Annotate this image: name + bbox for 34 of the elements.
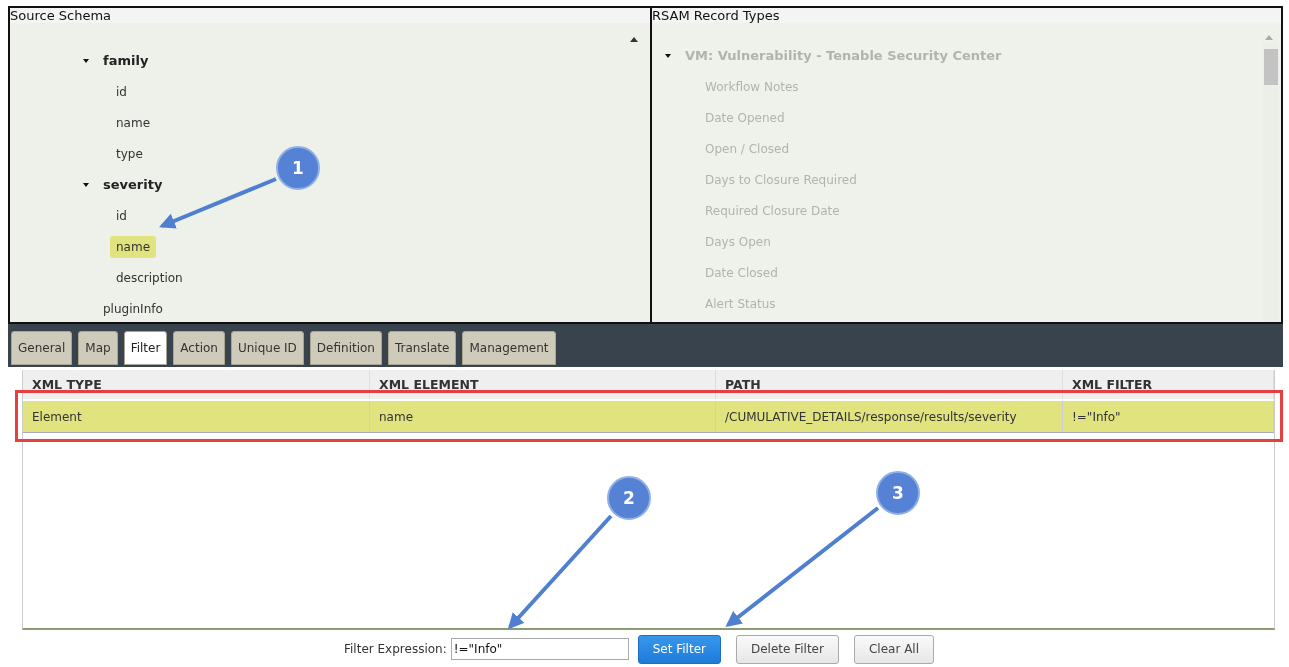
filter-expression-field[interactable]: !="Info" — [450, 638, 629, 660]
tab[interactable]: Unique ID — [230, 330, 304, 365]
field-label: Filter Expression: — [344, 642, 447, 656]
tree-item[interactable]: family — [97, 49, 155, 72]
callout-badge: 3 — [876, 471, 920, 515]
tab[interactable]: Map — [78, 330, 118, 365]
callout-badge: 1 — [276, 146, 320, 190]
filter-button[interactable]: Set Filter — [637, 634, 721, 664]
tree-item[interactable]: name — [110, 111, 157, 134]
table-cell: name — [370, 401, 716, 432]
table-cell: !="Info" — [1063, 401, 1274, 432]
scrollbar[interactable] — [1263, 43, 1279, 322]
filter-button[interactable]: Clear All — [853, 634, 934, 664]
filter-button[interactable]: Delete Filter — [735, 634, 839, 664]
tab[interactable]: General — [11, 330, 73, 365]
tab[interactable]: Definition — [309, 330, 382, 365]
tab[interactable]: Translate — [387, 330, 457, 365]
tree-item[interactable]: id — [110, 204, 133, 227]
tree-item[interactable]: severity — [97, 173, 169, 196]
pane-title: Source Schema — [10, 8, 650, 23]
tree-item[interactable]: pluginInfo — [97, 297, 169, 320]
table-cell: Element — [23, 401, 370, 432]
tree-item[interactable]: name — [110, 235, 157, 258]
scroll-up-icon[interactable] — [630, 37, 638, 42]
callout-badge: 2 — [607, 476, 651, 520]
tab[interactable]: Filter — [123, 330, 168, 365]
table-cell: /CUMULATIVE_DETAILS/response/results/severity — [716, 401, 1063, 432]
table-row[interactable]: Element name /CUMULATIVE_DETAILS/response/results/severity !="Info" — [23, 399, 1274, 433]
tab[interactable]: Management — [462, 330, 556, 365]
tree-item[interactable]: id — [110, 80, 133, 103]
tree-item[interactable]: description — [110, 266, 189, 289]
tree-item[interactable]: type — [110, 142, 149, 165]
tab[interactable]: Action — [173, 330, 225, 365]
pane-title: RSAM Record Types — [652, 8, 1281, 23]
